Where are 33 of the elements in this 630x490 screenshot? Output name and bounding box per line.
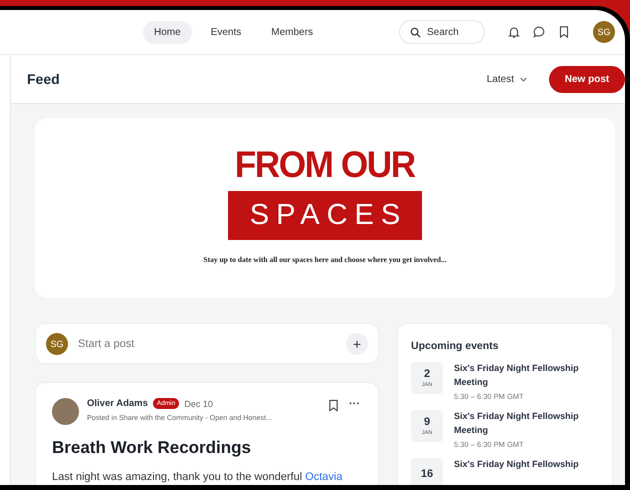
event-name[interactable]: Six's Friday Night Fellowship Meeting bbox=[454, 410, 600, 437]
new-post-button[interactable]: New post bbox=[549, 66, 625, 92]
search-icon bbox=[410, 26, 421, 38]
mention-link[interactable]: Octavia bbox=[305, 471, 342, 483]
user-avatar: SG bbox=[46, 332, 68, 354]
more-button[interactable]: ··· bbox=[347, 398, 362, 410]
event-day: 2 bbox=[424, 368, 430, 380]
add-button[interactable]: + bbox=[346, 332, 368, 354]
bookmark-icon[interactable] bbox=[328, 399, 339, 412]
search-field[interactable]: Search bbox=[399, 20, 485, 44]
banner-heading: FROM OUR bbox=[235, 145, 415, 185]
event-name[interactable]: Six's Friday Night Fellowship bbox=[454, 458, 579, 472]
post-body: Last night was amazing, thank you to the wonderful Octavia bbox=[52, 471, 344, 483]
chat-icon[interactable] bbox=[532, 25, 546, 39]
post-date: Dec 10 bbox=[184, 398, 213, 408]
chevron-icon bbox=[520, 76, 527, 82]
author-photo-placeholder bbox=[52, 398, 79, 425]
sort-dropdown[interactable]: Latest bbox=[482, 70, 531, 88]
nav-tab[interactable]: Events bbox=[200, 20, 252, 44]
post-input[interactable]: Start a post bbox=[78, 338, 336, 350]
nav-tab[interactable]: Home bbox=[143, 20, 192, 44]
user-avatar[interactable]: SG bbox=[593, 21, 615, 43]
author-name[interactable]: Oliver Adams bbox=[87, 398, 148, 409]
bell-icon[interactable] bbox=[507, 25, 521, 39]
event-day: 9 bbox=[424, 416, 430, 428]
nav-tab[interactable]: Members bbox=[260, 20, 324, 44]
event-day: 16 bbox=[420, 468, 434, 480]
post-title: Breath Work Recordings bbox=[52, 438, 252, 458]
page-title: Feed bbox=[27, 71, 60, 87]
banner-highlight: SPACES bbox=[228, 191, 422, 240]
events-title: Upcoming events bbox=[411, 340, 500, 352]
bookmark-icon[interactable] bbox=[557, 25, 571, 39]
event-name[interactable]: Six's Friday Night Fellowship Meeting bbox=[454, 362, 600, 389]
